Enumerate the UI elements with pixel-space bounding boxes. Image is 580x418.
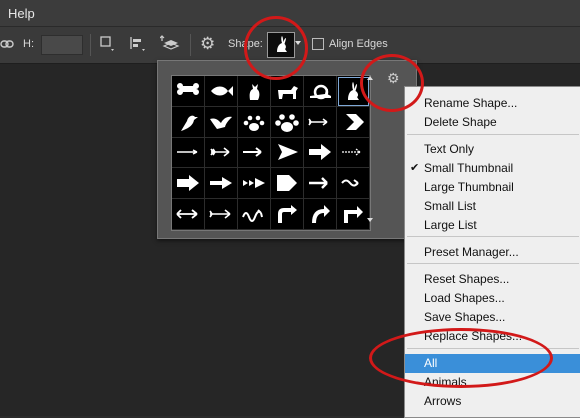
menu-item-label: Large Thumbnail (424, 180, 514, 194)
shape-thumbnail-arrow-double[interactable] (172, 199, 205, 230)
menu-item-label: Small List (424, 199, 477, 213)
menu-item-label: Delete Shape (424, 115, 497, 129)
path-alignment-icon[interactable] (130, 36, 146, 52)
shape-thumbnail-arrow-triangle[interactable] (271, 137, 304, 169)
menu-item-small-thumbnail[interactable]: ✔ Small Thumbnail (405, 159, 580, 178)
arrow-feather-icon (210, 147, 230, 158)
align-edges-checkbox[interactable] (312, 38, 324, 50)
align-edges-label: Align Edges (329, 38, 388, 50)
shape-thumbnail-fish[interactable] (205, 76, 238, 107)
menu-item-label: Preset Manager... (424, 245, 519, 259)
shape-thumbnail-dove[interactable] (205, 106, 238, 138)
arrow-squiggle-icon (242, 209, 263, 223)
shape-thumbnail-arrow-pentagon[interactable] (271, 168, 304, 200)
shape-thumbnail-arrow-feather[interactable] (205, 137, 238, 169)
shape-thumbnail-dog[interactable] (271, 76, 304, 107)
bone-icon (177, 82, 199, 95)
menu-separator (407, 236, 579, 237)
arrow-triple-icon (243, 178, 265, 189)
menu-item-label: Large List (424, 218, 477, 232)
arrow-block-icon (177, 175, 199, 192)
arrow-double-icon (176, 209, 198, 219)
menu-item-label: Reset Shapes... (424, 272, 510, 286)
path-arrangement-icon[interactable] (160, 35, 180, 53)
shape-thumbnail-arrow-line[interactable] (238, 137, 271, 169)
menu-item-large-list[interactable]: Large List (405, 216, 580, 235)
arrow-curve-icon (312, 205, 330, 224)
arrow-thin-icon (177, 149, 198, 156)
arrow-plain-icon (309, 177, 328, 190)
shape-thumbnail-arrow-turn[interactable] (271, 199, 304, 230)
arrow-line-icon (243, 147, 262, 158)
shape-thumbnail-cat[interactable] (238, 76, 271, 107)
menu-item-label: Arrows (424, 394, 462, 408)
shape-thumbnail-arrow-double-line[interactable] (205, 199, 238, 230)
shape-thumbnail-arrow-plain[interactable] (304, 168, 337, 200)
arrow-wave-icon (341, 179, 359, 188)
cat-icon (249, 83, 260, 100)
shape-thumbnail-arrow-squiggle[interactable] (238, 199, 271, 230)
menu-item-label: Text Only (424, 142, 475, 156)
separator (190, 34, 191, 56)
paw-print-icon (275, 113, 299, 132)
shape-thumbnail-arrow-block[interactable] (172, 168, 205, 200)
menu-item-text-only[interactable]: Text Only (405, 140, 580, 159)
menu-separator (407, 134, 579, 135)
shape-thumbnail-arrow-triple[interactable] (238, 168, 271, 200)
menu-item-large-thumbnail[interactable]: Large Thumbnail (405, 178, 580, 197)
paw-icon (243, 115, 265, 131)
shape-grid (171, 75, 371, 231)
separator (90, 34, 91, 56)
shape-thumbnail-bird[interactable] (172, 106, 205, 138)
menu-item-preset-manager[interactable]: Preset Manager... (405, 243, 580, 262)
menu-item-save-shapes[interactable]: Save Shapes... (405, 308, 580, 327)
shape-thumbnail-arrow-split[interactable] (205, 168, 238, 200)
chevron-icon (346, 113, 364, 130)
menu-item-label: Small Thumbnail (424, 161, 514, 175)
arrow-pentagon-icon (277, 175, 297, 192)
path-operations-icon[interactable] (100, 36, 114, 52)
arrow-feathered-icon (308, 118, 328, 126)
shape-thumbnail-arrow-feathered[interactable] (304, 106, 337, 138)
arrow-bold-icon (309, 144, 331, 161)
shape-thumbnail-arrow-curve[interactable] (304, 199, 337, 230)
arrow-double-line-icon (209, 209, 231, 219)
checkmark-icon: ✔ (410, 162, 420, 174)
menu-help[interactable]: Help (8, 6, 35, 21)
height-label: H: (23, 38, 34, 50)
gear-icon[interactable]: ⚙ (200, 34, 215, 54)
shape-thumbnail-arrow-thin[interactable] (172, 137, 205, 169)
shape-thumbnail-paw-print[interactable] (271, 106, 304, 138)
arrow-corner-icon (344, 206, 363, 224)
arrow-split-icon (210, 177, 232, 190)
arrow-dotted-icon (342, 149, 361, 156)
menu-item-rename-shape[interactable]: Rename Shape... (405, 94, 580, 113)
menu-item-label: Save Shapes... (424, 310, 506, 324)
annotation-circle (244, 16, 308, 80)
shape-thumbnail-paw[interactable] (238, 106, 271, 138)
menu-item-reset-shapes[interactable]: Reset Shapes... (405, 270, 580, 289)
snail-icon (310, 84, 331, 100)
menu-item-label: Rename Shape... (424, 96, 518, 110)
shape-thumbnail-arrow-bold[interactable] (304, 137, 337, 169)
menu-item-delete-shape[interactable]: Delete Shape (405, 113, 580, 132)
arrow-turn-icon (278, 205, 297, 224)
shape-thumbnail-snail[interactable] (304, 76, 337, 107)
arrow-triangle-icon (278, 144, 298, 161)
link-icon[interactable] (0, 38, 14, 50)
menu-separator (407, 263, 579, 264)
dog-icon (278, 85, 298, 99)
dove-icon (210, 116, 232, 129)
menu-item-label: Load Shapes... (424, 291, 505, 305)
height-field[interactable] (41, 35, 83, 55)
menu-item-load-shapes[interactable]: Load Shapes... (405, 289, 580, 308)
fish-icon (211, 85, 233, 96)
bird-icon (181, 115, 198, 131)
shape-thumbnail-bone[interactable] (172, 76, 205, 107)
annotation-circle (369, 328, 553, 388)
annotation-circle (360, 54, 424, 112)
menu-item-arrows[interactable]: Arrows (405, 392, 580, 411)
menu-item-small-list[interactable]: Small List (405, 197, 580, 216)
